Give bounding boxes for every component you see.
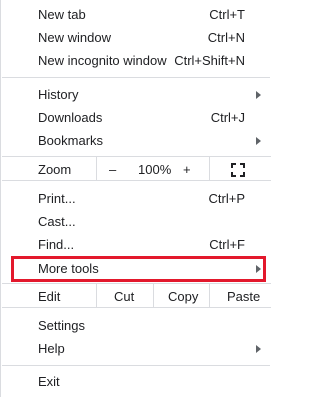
chevron-right-icon — [256, 91, 261, 99]
zoom-level: 100% — [138, 162, 172, 177]
menu-item-shortcut: Ctrl+J — [210, 110, 245, 125]
paste-button[interactable]: Paste — [227, 289, 260, 304]
fullscreen-icon[interactable] — [231, 163, 245, 177]
menu-item-cast[interactable]: Cast... — [1, 210, 271, 233]
menu-item-shortcut: Ctrl+N — [207, 30, 245, 45]
edit-row: Edit Cut Copy Paste — [2, 283, 271, 308]
edit-label: Edit — [38, 289, 61, 304]
menu-item-shortcut: Ctrl+F — [209, 237, 245, 252]
copy-button[interactable]: Copy — [168, 289, 198, 304]
menu-item-label: Print... — [38, 191, 76, 206]
edit-divider — [153, 284, 154, 307]
menu-item-label: History — [38, 87, 79, 102]
menu-item-label: Cast... — [38, 214, 76, 229]
chevron-right-icon — [256, 137, 261, 145]
menu-item-help[interactable]: Help — [1, 337, 271, 360]
zoom-row: Zoom – 100% + — [2, 156, 271, 181]
menu-item-label: Downloads — [38, 110, 103, 125]
zoom-divider — [209, 157, 210, 180]
menu-item-downloads[interactable]: Downloads Ctrl+J — [1, 106, 271, 129]
edit-divider — [209, 284, 210, 307]
menu-separator — [2, 77, 270, 78]
menu-item-label: Settings — [38, 318, 85, 333]
menu-item-find[interactable]: Find... Ctrl+F — [1, 233, 271, 256]
zoom-label: Zoom — [38, 162, 72, 177]
menu-item-shortcut: Ctrl+Shift+N — [174, 53, 245, 68]
menu-item-label: Bookmarks — [38, 133, 104, 148]
menu-item-shortcut: Ctrl+T — [209, 7, 245, 22]
menu-item-label: New incognito window — [38, 53, 167, 68]
zoom-out-button[interactable]: – — [109, 162, 116, 177]
menu-item-new-tab[interactable]: New tab Ctrl+T — [1, 3, 271, 26]
menu-item-label: Find... — [38, 237, 75, 252]
edit-divider — [96, 284, 97, 307]
menu-item-print[interactable]: Print... Ctrl+P — [1, 187, 271, 210]
menu-item-exit[interactable]: Exit — [1, 370, 271, 393]
menu-item-settings[interactable]: Settings — [1, 314, 271, 337]
menu-item-history[interactable]: History — [1, 83, 271, 106]
zoom-in-button[interactable]: + — [183, 162, 191, 177]
cut-button[interactable]: Cut — [114, 289, 134, 304]
menu-item-label: New window — [38, 30, 111, 45]
zoom-divider — [96, 157, 97, 180]
menu-item-label: Help — [38, 341, 65, 356]
chrome-main-menu: New tab Ctrl+T New window Ctrl+N New inc… — [0, 0, 271, 397]
menu-item-new-window[interactable]: New window Ctrl+N — [1, 26, 271, 49]
menu-item-label: Exit — [38, 374, 60, 389]
menu-item-bookmarks[interactable]: Bookmarks — [1, 129, 271, 152]
highlight-box — [11, 256, 266, 282]
menu-separator — [2, 365, 270, 366]
menu-item-shortcut: Ctrl+P — [208, 191, 245, 206]
menu-item-label: New tab — [38, 7, 86, 22]
menu-item-new-incognito-window[interactable]: New incognito window Ctrl+Shift+N — [1, 49, 271, 72]
chevron-right-icon — [256, 345, 261, 353]
